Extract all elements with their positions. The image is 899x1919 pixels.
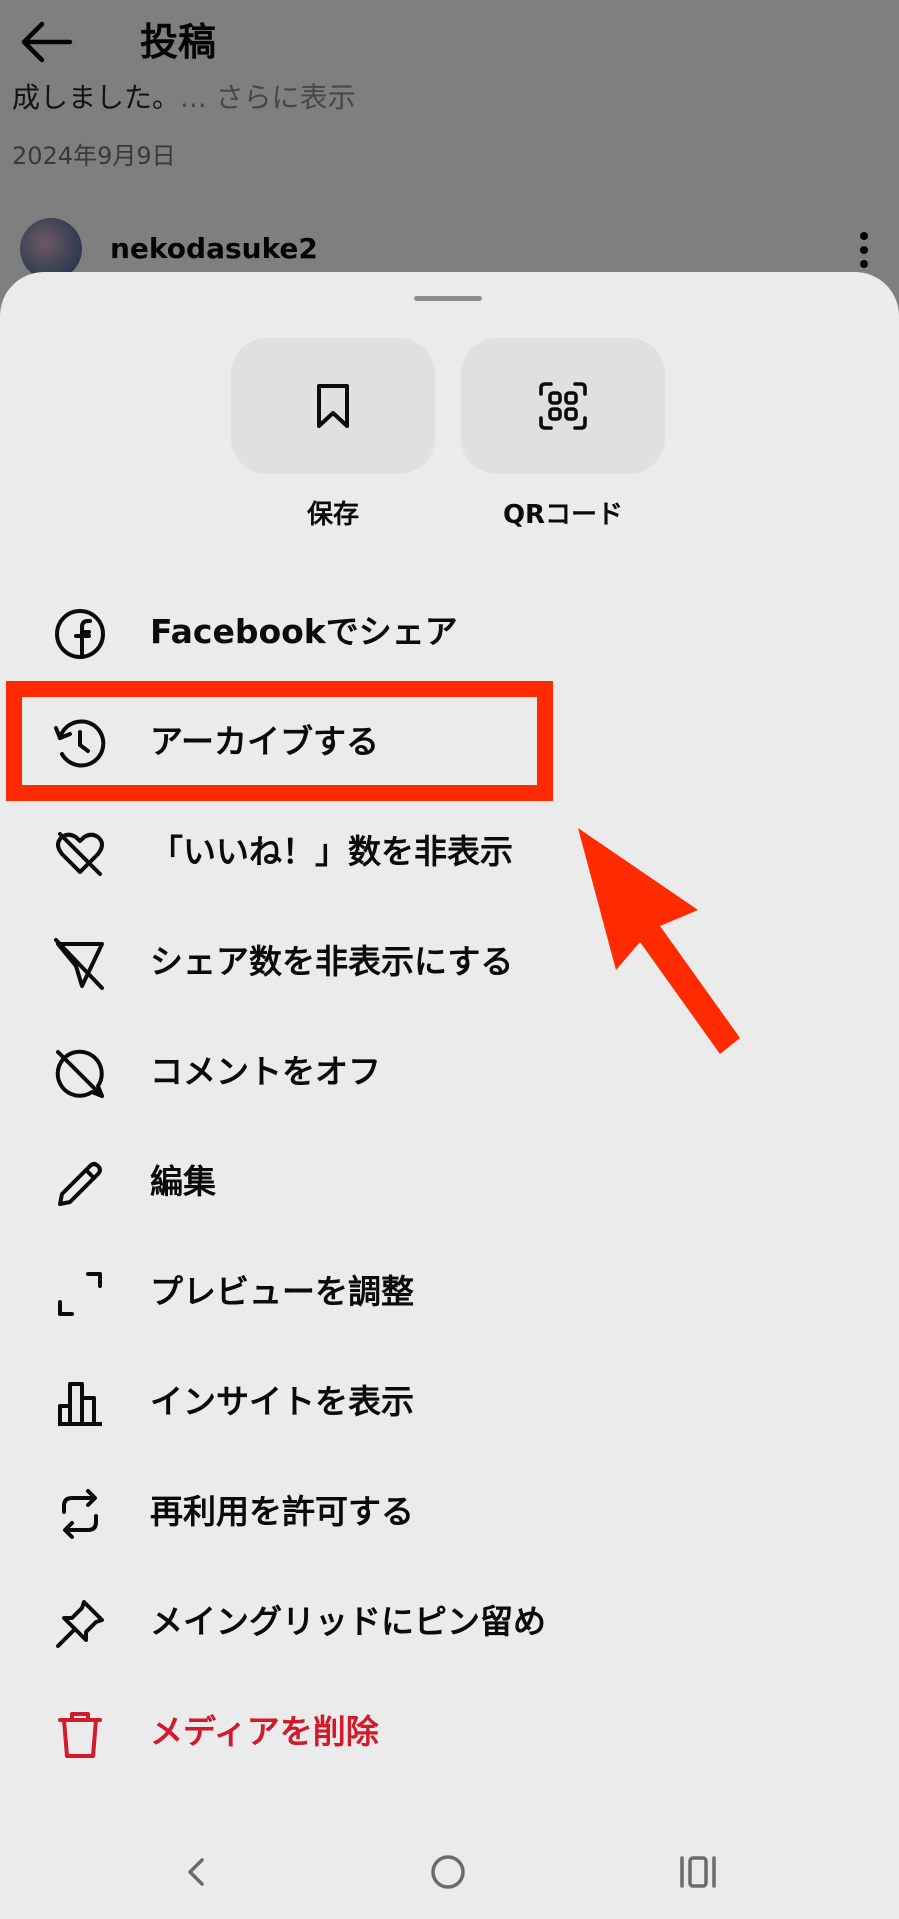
menu-item-delete-media[interactable]: メディアを削除 <box>0 1676 899 1786</box>
qr-code-label: QRコード <box>502 500 624 530</box>
menu-item-label: 「いいね！」数を非表示 <box>150 832 513 871</box>
menu-item-hide-shares[interactable]: シェア数を非表示にする <box>0 906 899 1016</box>
crop-icon <box>58 1272 102 1316</box>
share-off-icon <box>54 938 104 990</box>
qr-code-button[interactable] <box>461 338 665 474</box>
recents-icon <box>680 1856 716 1888</box>
chevron-left-icon <box>188 1858 204 1886</box>
qr-code-icon <box>539 382 587 430</box>
menu-item-label: メイングリッドにピン留め <box>150 1602 546 1641</box>
menu-item-view-insights[interactable]: インサイトを表示 <box>0 1346 899 1456</box>
menu-item-label: インサイトを表示 <box>150 1382 414 1421</box>
annotation-arrow-icon <box>578 828 740 1054</box>
menu-item-allow-remix[interactable]: 再利用を許可する <box>0 1456 899 1566</box>
menu-item-hide-likes[interactable]: 「いいね！」数を非表示 <box>0 796 899 906</box>
nav-home-button[interactable] <box>418 1846 478 1898</box>
menu-item-label: 編集 <box>150 1162 216 1201</box>
menu-item-pin-to-grid[interactable]: メイングリッドにピン留め <box>0 1566 899 1676</box>
nav-recents-button[interactable] <box>668 1846 728 1898</box>
facebook-icon <box>55 609 105 659</box>
menu-item-turn-off-comments[interactable]: コメントをオフ <box>0 1016 899 1126</box>
menu-item-label: 再利用を許可する <box>150 1492 414 1531</box>
nav-back-button[interactable] <box>166 1846 226 1898</box>
save-label: 保存 <box>306 500 359 530</box>
bar-chart-icon <box>58 1382 102 1426</box>
menu-item-label: メディアを削除 <box>150 1712 379 1751</box>
bookmark-icon <box>317 384 349 428</box>
sheet-drag-handle[interactable] <box>414 296 482 301</box>
trash-icon <box>58 1712 102 1758</box>
pin-icon <box>56 1600 104 1648</box>
menu-item-facebook-share[interactable]: Facebookでシェア <box>0 576 899 686</box>
options-sheet: 保存 QRコード Facebookでシェア アーカイブする 「いいね！」数を非表… <box>0 272 899 1919</box>
menu-item-adjust-preview[interactable]: プレビューを調整 <box>0 1236 899 1346</box>
menu-item-label: プレビューを調整 <box>150 1272 414 1311</box>
heart-off-icon <box>56 832 104 876</box>
comment-off-icon <box>55 1049 104 1098</box>
system-nav-bar <box>0 1830 899 1919</box>
remix-icon <box>62 1489 98 1539</box>
highlight-box <box>6 681 553 801</box>
menu-item-edit[interactable]: 編集 <box>0 1126 899 1236</box>
menu-item-label: Facebookでシェア <box>150 612 458 651</box>
home-circle-icon <box>431 1855 465 1889</box>
menu-item-label: シェア数を非表示にする <box>150 942 514 981</box>
pencil-icon <box>58 1162 102 1206</box>
save-button[interactable] <box>231 338 435 474</box>
menu-item-label: コメントをオフ <box>150 1052 381 1091</box>
